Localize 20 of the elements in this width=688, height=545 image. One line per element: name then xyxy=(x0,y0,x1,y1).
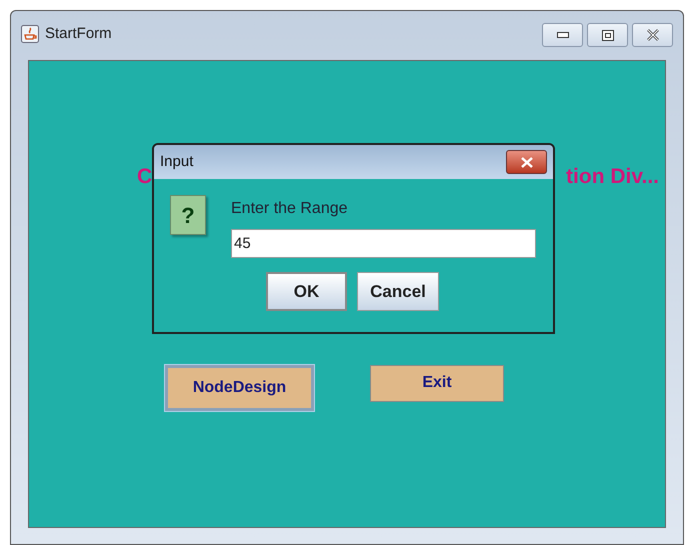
minimize-icon xyxy=(556,32,568,38)
minimize-button[interactable] xyxy=(542,23,583,47)
close-icon xyxy=(520,156,534,168)
maximize-icon xyxy=(602,30,614,40)
close-button[interactable] xyxy=(506,150,547,174)
dialog-button[interactable]: Cancel xyxy=(357,272,439,311)
action-button[interactable]: Exit xyxy=(370,364,504,402)
java-cup-icon xyxy=(21,25,39,43)
close-button[interactable] xyxy=(632,23,673,47)
range-input[interactable]: 45 xyxy=(231,229,536,258)
close-icon xyxy=(646,29,660,41)
prompt-label: Enter the Range xyxy=(231,199,349,219)
question-icon: ? xyxy=(170,195,206,235)
window-title: StartForm xyxy=(45,24,112,44)
action-button[interactable]: NodeDesign xyxy=(165,364,314,410)
dialog-title: Input xyxy=(160,152,194,172)
heading-text: C xyxy=(137,164,152,190)
dialog-button[interactable]: OK xyxy=(266,272,347,311)
heading-text: tion Div... xyxy=(566,164,659,190)
maximize-button[interactable] xyxy=(587,23,628,47)
